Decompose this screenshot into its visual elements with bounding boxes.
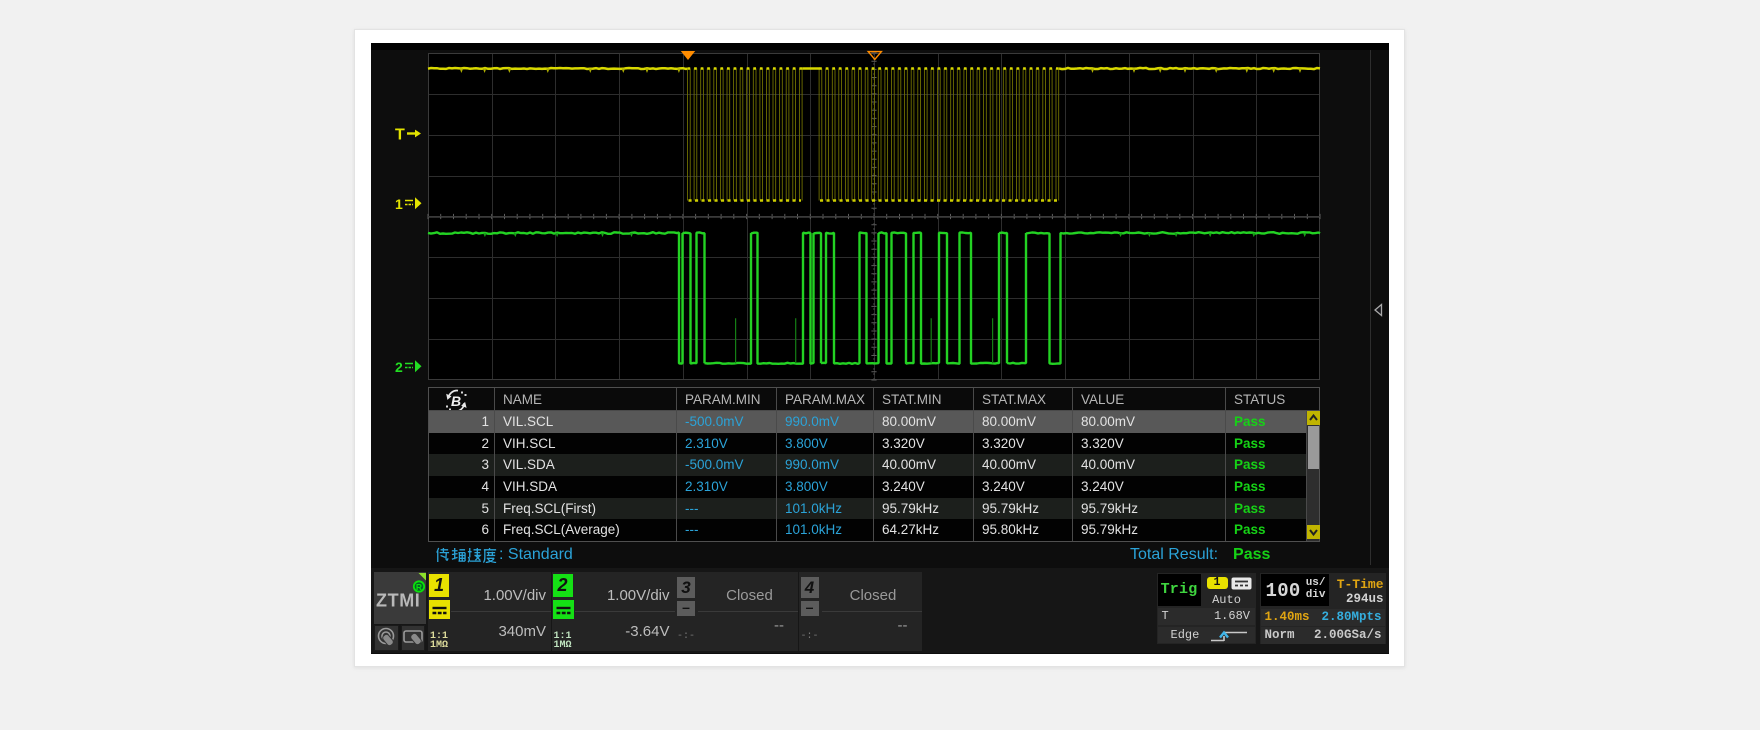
svg-text:1: 1 bbox=[395, 196, 403, 212]
svg-text:ZTMI: ZTMI bbox=[376, 591, 420, 611]
svg-text:B: B bbox=[451, 393, 461, 409]
svg-text:2: 2 bbox=[395, 359, 403, 375]
svg-text:T: T bbox=[395, 127, 405, 144]
